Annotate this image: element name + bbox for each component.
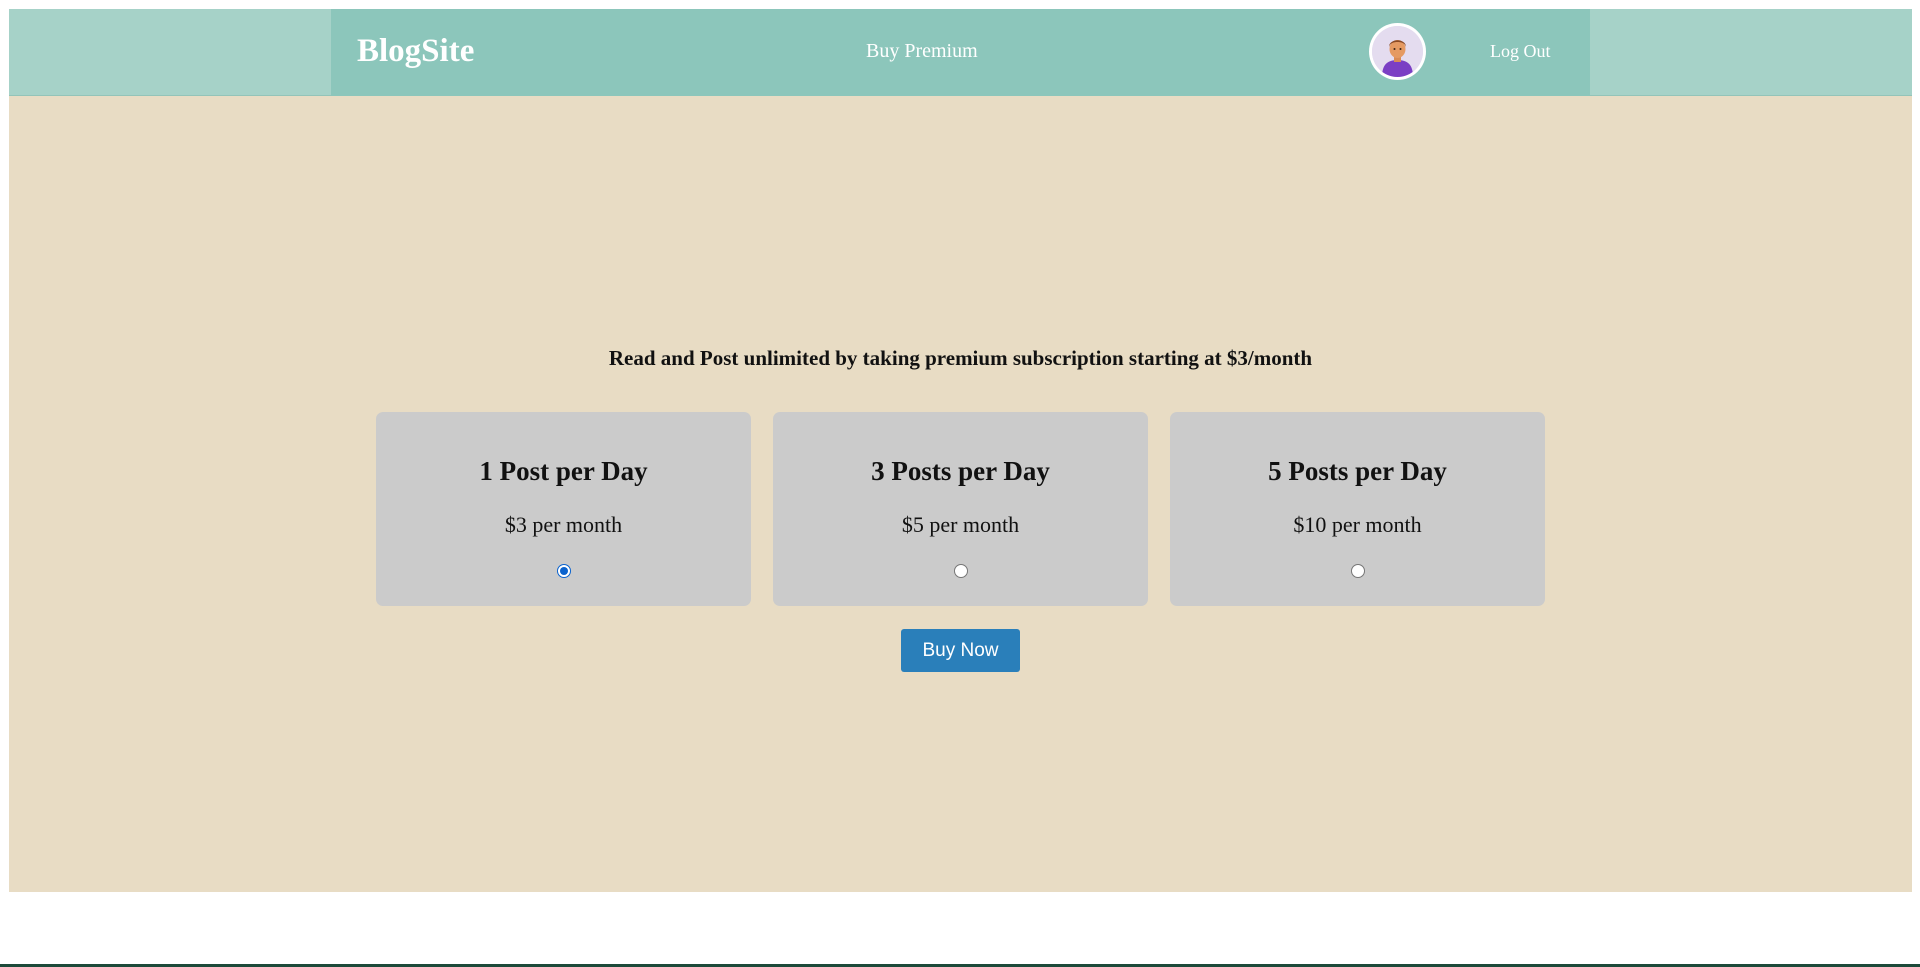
plan-price: $10 per month xyxy=(1293,512,1422,537)
logout-link[interactable]: Log Out xyxy=(1490,41,1551,62)
plan-card-5[interactable]: 5 Posts per Day $10 per month xyxy=(1170,412,1545,606)
plan-radio-1[interactable] xyxy=(557,564,571,578)
buy-premium-link[interactable]: Buy Premium xyxy=(866,40,978,63)
plan-title: 1 Post per Day xyxy=(479,456,648,486)
plan-price: $5 per month xyxy=(901,512,1020,537)
plan-radio-3[interactable] xyxy=(954,564,968,578)
plan-price: $3 per month xyxy=(504,512,623,537)
header-bar: BlogSite Buy Premium Log Out xyxy=(9,9,1912,96)
premium-headline: Read and Post unlimited by taking premiu… xyxy=(608,346,1313,370)
page-background: BlogSite Buy Premium Log Out Read and Po… xyxy=(9,9,1912,892)
person-icon xyxy=(1372,26,1423,77)
navbar: BlogSite Buy Premium Log Out xyxy=(331,9,1590,96)
buy-now-button[interactable]: Buy Now xyxy=(901,629,1020,672)
plan-card-3[interactable]: 3 Posts per Day $5 per month xyxy=(773,412,1148,606)
user-avatar-icon[interactable] xyxy=(1369,23,1426,80)
plan-radio-5[interactable] xyxy=(1351,564,1365,578)
brand-logo[interactable]: BlogSite xyxy=(357,33,474,70)
plan-title: 5 Posts per Day xyxy=(1268,456,1447,486)
plan-title: 3 Posts per Day xyxy=(871,456,1050,486)
plan-card-1[interactable]: 1 Post per Day $3 per month xyxy=(376,412,751,606)
